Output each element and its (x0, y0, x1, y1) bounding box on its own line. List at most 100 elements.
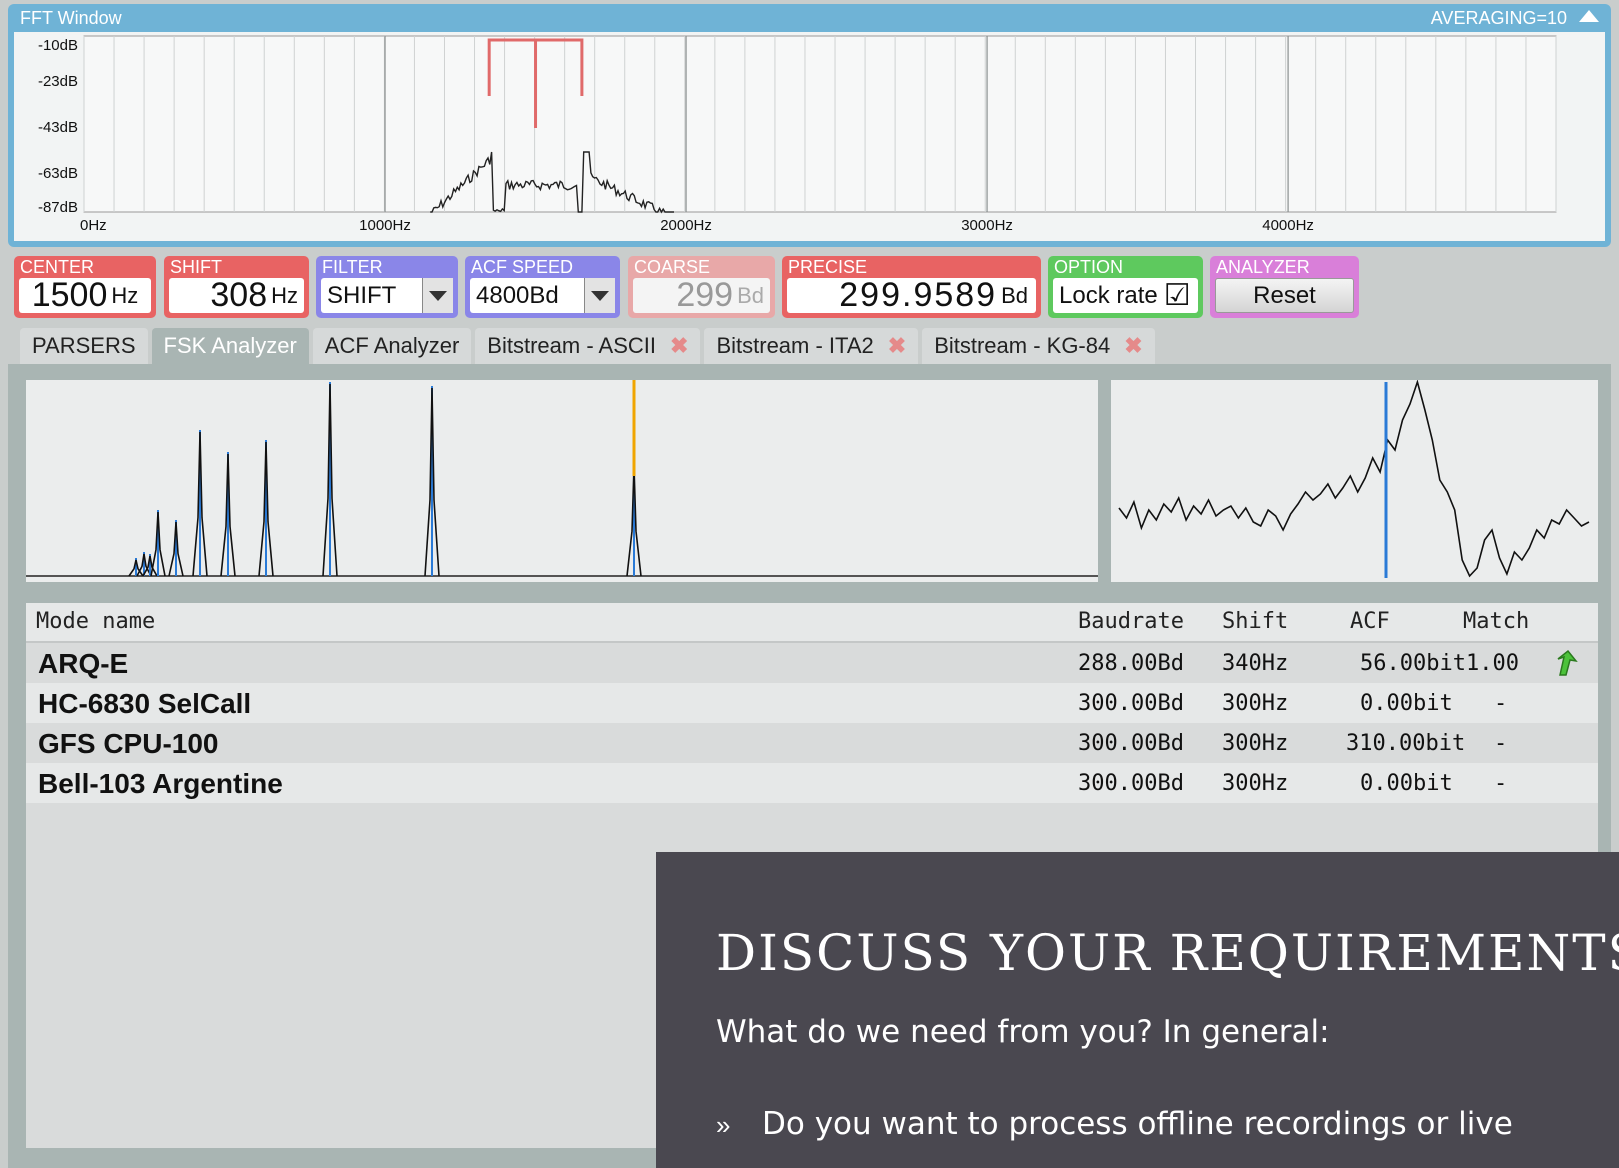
filter-select[interactable]: SHIFT (321, 278, 453, 313)
precise-label: PRECISE (788, 257, 868, 277)
requirements-bullet: Do you want to process offline recording… (762, 1106, 1513, 1142)
option-control: OPTION Lock rate ☑ (1048, 256, 1203, 318)
x-tick-label: 3000Hz (961, 217, 1013, 234)
header-acf[interactable]: ACF (1350, 609, 1390, 634)
center-unit: Hz (111, 282, 139, 308)
center-value: 1500 (31, 276, 108, 314)
header-shift[interactable]: Shift (1222, 609, 1288, 634)
coarse-value: 299 (676, 276, 734, 314)
match-cell: - (1494, 771, 1508, 796)
fft-plot-area (83, 35, 1557, 213)
precise-field[interactable]: 299.9589 Bd (787, 276, 1036, 314)
tab-bitstream-kg-84[interactable]: Bitstream - KG-84 ✖ (922, 328, 1155, 364)
tab-bitstream-ascii[interactable]: Bitstream - ASCII ✖ (475, 328, 701, 364)
tab-label: PARSERS (32, 333, 136, 358)
tab-acf-analyzer[interactable]: ACF Analyzer (312, 328, 472, 364)
chevron-down-icon[interactable] (422, 278, 453, 313)
acf-plot[interactable] (1111, 379, 1598, 582)
x-tick-label: 4000Hz (1262, 217, 1314, 234)
fft-plot[interactable]: -10dB -23dB -43dB -63dB -87dB 0Hz 1000Hz 2000Hz… (14, 32, 1605, 241)
fsk-spectrum-plot[interactable] (26, 380, 1098, 582)
fft-spectrum: -10dB -23dB -43dB -63dB -87dB0Hz 1000Hz 2000Hz… (38, 35, 1557, 234)
close-icon[interactable]: ✖ (670, 333, 688, 359)
y-tick-label: -23dB (38, 73, 78, 90)
requirements-card: DISCUSS YOUR REQUIREMENTS What do we nee… (656, 852, 1619, 1168)
lock-rate-label: Lock rate (1059, 281, 1158, 309)
center-field[interactable]: 1500 Hz (19, 276, 151, 314)
y-tick-label: -87dB (38, 199, 78, 216)
mode-name-cell: HC-6830 SelCall (38, 688, 252, 719)
header-mode-name[interactable]: Mode name (36, 609, 155, 634)
filter-value: SHIFT (327, 281, 397, 309)
acf-speed-select[interactable]: 4800Bd (470, 278, 615, 313)
chevron-down-icon[interactable] (584, 278, 615, 313)
baudrate-cell: 300.00Bd (1078, 731, 1184, 756)
mode-name-cell: ARQ-E (38, 648, 129, 679)
table-row[interactable]: HC-6830 SelCall 300.00Bd 300Hz 0.00bit - (26, 683, 1598, 723)
tab-label: Bitstream - ITA2 (716, 333, 874, 358)
filter-label: FILTER (322, 257, 383, 277)
fft-window-title: FFT Window (20, 8, 122, 28)
match-cell: - (1494, 731, 1508, 756)
green-arrow-icon[interactable] (1554, 649, 1580, 677)
collapse-icon[interactable] (1579, 10, 1599, 22)
mode-name-cell: Bell-103 Argentine (38, 768, 283, 799)
y-tick-label: -63dB (38, 165, 78, 182)
table-row[interactable]: Bell-103 Argentine 300.00Bd 300Hz 0.00bit - (26, 763, 1598, 803)
option-label: OPTION (1054, 257, 1124, 277)
tab-parsers[interactable]: PARSERS (20, 328, 148, 364)
mode-name-cell: GFS CPU-100 (38, 728, 219, 759)
requirements-subtitle: What do we need from you? In general: (716, 1014, 1330, 1050)
shift-field[interactable]: 308 Hz (169, 276, 304, 314)
table-row[interactable]: ARQ-E 288.00Bd 340Hz 56.00bit 1.00 (26, 643, 1598, 683)
y-tick-label: -43dB (38, 119, 78, 136)
acf-cell: 56.00bit (1360, 651, 1466, 676)
acf-cell: 310.00bit (1346, 731, 1466, 756)
x-tick-label: 0Hz (80, 217, 107, 234)
reset-button[interactable]: Reset (1215, 278, 1354, 313)
coarse-label: COARSE (634, 257, 711, 277)
fft-window: FFT Window AVERAGING=10 -10dB -23dB -43dB -… (8, 4, 1611, 247)
acf-speed-label: ACF SPEED (471, 257, 574, 277)
tab-label: Bitstream - ASCII (487, 333, 657, 358)
shift-cell: 340Hz (1222, 651, 1289, 676)
header-baudrate[interactable]: Baudrate (1078, 609, 1184, 634)
coarse-field[interactable]: 299 Bd (633, 276, 770, 314)
requirements-title: DISCUSS YOUR REQUIREMENTS (716, 924, 1619, 982)
x-tick-label: 2000Hz (660, 217, 712, 234)
acf-trace (1118, 379, 1590, 578)
lock-rate-checkbox[interactable]: Lock rate ☑ (1053, 278, 1198, 313)
acf-curve (1118, 379, 1590, 578)
precise-unit: Bd (1001, 282, 1028, 308)
acf-cell: 0.00bit (1360, 691, 1453, 716)
checkbox-checked-icon[interactable]: ☑ (1164, 278, 1191, 313)
analyzer-control: ANALYZER Reset (1210, 256, 1359, 318)
baudrate-cell: 300.00Bd (1078, 771, 1184, 796)
table-header: Mode name Baudrate Shift ACF Match (26, 603, 1598, 643)
x-tick-label: 1000Hz (359, 217, 411, 234)
baudrate-cell: 288.00Bd (1078, 651, 1184, 676)
acf-speed-value: 4800Bd (476, 281, 559, 309)
acf-speed-control: ACF SPEED 4800Bd (465, 256, 620, 318)
bullet-marker: » (716, 1110, 731, 1140)
header-match[interactable]: Match (1463, 609, 1529, 634)
center-control: CENTER 1500 Hz (14, 256, 156, 318)
shift-cell: 300Hz (1222, 691, 1289, 716)
match-cell: 1.00 (1466, 651, 1519, 676)
reset-button-label: Reset (1253, 281, 1316, 309)
averaging-label: AVERAGING=10 (1430, 8, 1567, 28)
center-label: CENTER (20, 257, 95, 277)
tab-bitstream-ita2[interactable]: Bitstream - ITA2 ✖ (704, 328, 919, 364)
close-icon[interactable]: ✖ (888, 333, 906, 359)
close-icon[interactable]: ✖ (1124, 333, 1142, 359)
tab-fsk-analyzer[interactable]: FSK Analyzer (151, 328, 309, 364)
table-row[interactable]: GFS CPU-100 300.00Bd 300Hz 310.00bit - (26, 723, 1598, 763)
y-tick-label: -10dB (38, 37, 78, 54)
shift-control: SHIFT 308 Hz (164, 256, 309, 318)
tab-label: FSK Analyzer (163, 333, 297, 358)
tab-label: Bitstream - KG-84 (934, 333, 1111, 358)
acf-cell: 0.00bit (1360, 771, 1453, 796)
baudrate-cell: 300.00Bd (1078, 691, 1184, 716)
shift-unit: Hz (271, 282, 298, 308)
precise-control: PRECISE 299.9589 Bd (782, 256, 1041, 318)
